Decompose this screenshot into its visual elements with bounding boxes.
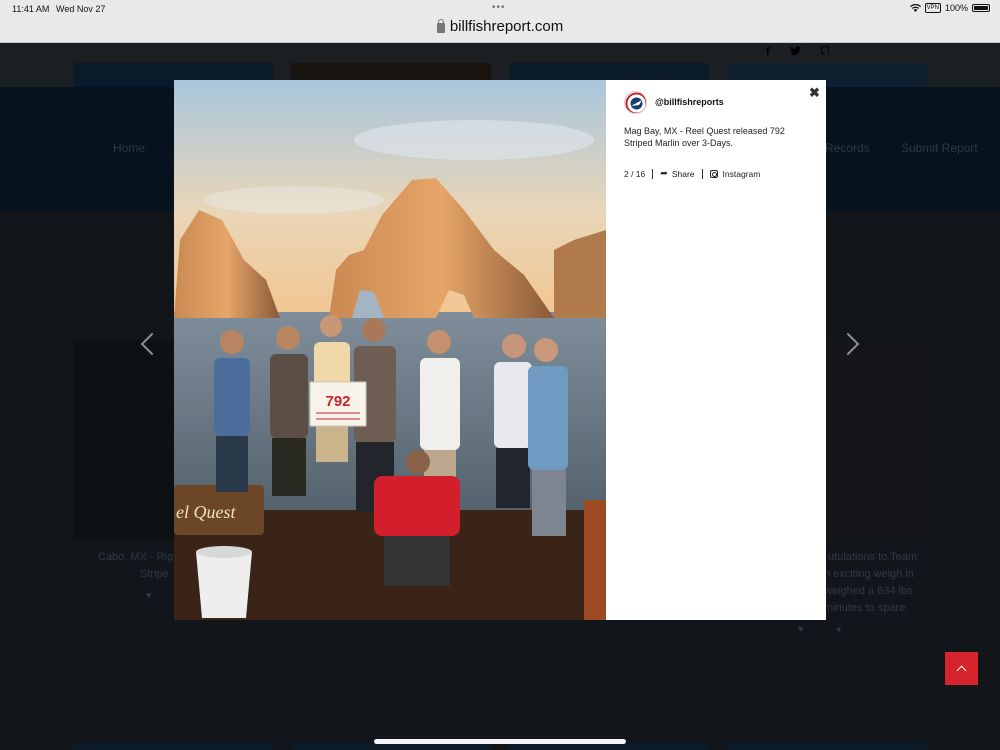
comment-icon: ● <box>836 624 842 634</box>
post-caption: Mag Bay, MX - Reel Quest released 792 St… <box>624 126 785 148</box>
post-details-panel: ✖ @billfishreports Mag Bay, MX - Reel Qu… <box>606 80 826 620</box>
thumbnail <box>73 741 273 750</box>
post-meta: 2 / 16 ➦ Share Instagram <box>624 168 760 179</box>
vpn-badge: VPN <box>924 3 941 13</box>
post-card-left-title: Cabo, MX - Right Stripe <box>98 551 183 580</box>
facebook-icon[interactable]: f <box>766 46 770 58</box>
instagram-label: Instagram <box>722 168 761 179</box>
battery-percent: 100% <box>944 3 968 13</box>
ios-status-bar: 11:41 AM Wed Nov 27 ••• VPN 100% <box>0 0 1000 16</box>
share-label: Share <box>671 168 695 179</box>
instagram-icon <box>709 169 718 178</box>
social-links: f <box>766 46 834 58</box>
instagram-link[interactable]: Instagram <box>709 168 761 179</box>
wifi-icon <box>909 4 921 12</box>
chevron-right-icon[interactable] <box>840 330 860 360</box>
back-to-top-button[interactable] <box>945 652 978 685</box>
photo-illustration: el Quest 792 <box>174 80 606 620</box>
account-handle[interactable]: @billfishreports <box>655 97 724 107</box>
home-indicator[interactable] <box>374 739 626 744</box>
image-counter: 2 / 16 <box>624 168 646 179</box>
nav-home[interactable]: Home <box>113 141 145 155</box>
instagram-lightbox: el Quest 792 ✖ @billfishreports Mag Bay,… <box>174 80 826 620</box>
divider <box>701 168 703 179</box>
post-photo[interactable]: el Quest 792 <box>174 80 606 620</box>
nav-records[interactable]: Records <box>825 141 870 155</box>
chevron-left-icon[interactable] <box>140 330 160 360</box>
avatar[interactable] <box>624 91 647 114</box>
battery-icon <box>972 4 990 12</box>
status-date: Wed Nov 27 <box>56 4 106 14</box>
nav-submit-report[interactable]: Submit Report <box>901 141 978 155</box>
multitasking-dots-icon[interactable]: ••• <box>492 2 506 13</box>
sign-count: 792 <box>325 393 350 410</box>
close-icon[interactable]: ✖ <box>809 85 820 101</box>
heart-icon: ♥ <box>798 624 804 634</box>
divider <box>652 168 654 179</box>
heart-icon: ♥ <box>146 590 152 600</box>
lock-icon <box>436 19 445 33</box>
twitter-icon[interactable] <box>789 46 801 56</box>
thumbnail <box>727 741 927 750</box>
share-icon: ➦ <box>660 168 668 178</box>
boat-name-text: el Quest <box>176 502 236 522</box>
instagram-icon[interactable] <box>820 46 829 54</box>
status-time: 11:41 AM <box>12 4 50 14</box>
post-card-right-title: utulations to Team n exciting weigh in w… <box>824 551 918 614</box>
address-bar[interactable]: billfishreport.com <box>0 16 1000 43</box>
share-button[interactable]: ➦ Share <box>660 168 694 179</box>
billfish-logo-icon <box>625 92 646 113</box>
url-text[interactable]: billfishreport.com <box>450 18 563 35</box>
